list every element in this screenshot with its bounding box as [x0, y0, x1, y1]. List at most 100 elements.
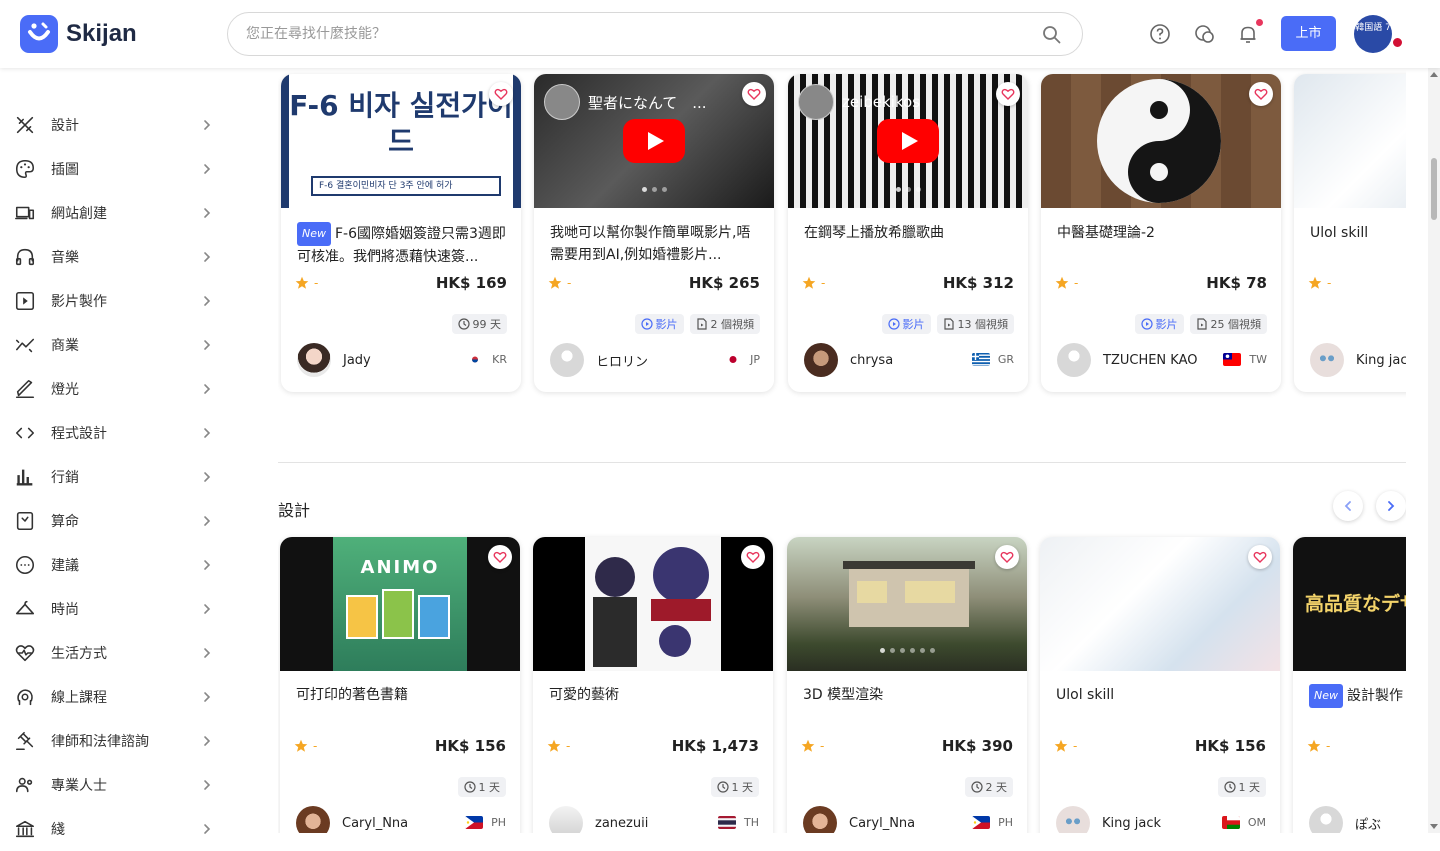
sidebar-item[interactable]: 網站創建 — [0, 191, 240, 235]
sidebar-item[interactable]: 綫 — [0, 807, 240, 851]
search-input[interactable] — [246, 22, 1006, 46]
sidebar-item[interactable]: 程式設計 — [0, 411, 240, 455]
thumbnail-image[interactable]: F-6 비자 실전가이드 F-6 결혼이민비자 단 3주 안에 허가 — [281, 74, 521, 208]
thumbnail-image[interactable]: ANIMO — [280, 537, 520, 671]
seller[interactable]: Caryl_Nna — [296, 806, 408, 833]
chevron-right-icon — [204, 208, 211, 218]
thumbnail-image[interactable] — [1294, 74, 1406, 208]
video-channel: 聖者になんて ... — [544, 84, 707, 120]
card-title[interactable]: Ulol skill — [1310, 222, 1406, 266]
sidebar-item-label: 插圖 — [51, 162, 79, 178]
video-thumbnail[interactable]: zeibekikos — [788, 74, 1028, 208]
service-card[interactable]: 3D 模型渲染 - HK$ 390 2 天 Caryl_Nna PH — [787, 537, 1027, 833]
sidebar-item[interactable]: 專業人士 — [0, 763, 240, 807]
favorite-button[interactable] — [1249, 82, 1273, 106]
card-title[interactable]: 在鋼琴上播放希臘歌曲 — [804, 222, 1014, 266]
seller[interactable]: Jady — [297, 343, 371, 377]
service-card[interactable]: Ulol skill - King jack — [1294, 74, 1406, 392]
seller[interactable]: King jack — [1310, 343, 1406, 377]
service-card[interactable]: 聖者になんて ... 我哋可以幫你製作簡單嘅影片,唔需要用到AI,例如婚禮影片.… — [534, 74, 774, 392]
tag-file: 13 個視頻 — [936, 314, 1014, 334]
star-icon — [295, 276, 309, 289]
card-title-text: 可打印的著色書籍 — [296, 687, 408, 703]
favorite-button[interactable] — [1248, 545, 1272, 569]
page-scrollbar[interactable] — [1428, 68, 1440, 833]
scroll-thumb[interactable] — [1431, 158, 1437, 220]
sidebar-item[interactable]: 燈光 — [0, 367, 240, 411]
card-tags: 2 天 — [964, 777, 1013, 797]
notification-bell-icon[interactable] — [1236, 22, 1260, 46]
seller[interactable]: ぽぶ — [1309, 806, 1381, 833]
seller-country: PH — [465, 816, 506, 829]
sidebar-item[interactable]: 律師和法律諮詢 — [0, 719, 240, 763]
favorite-button[interactable] — [488, 545, 512, 569]
sidebar-item[interactable]: 算命 — [0, 499, 240, 543]
seller[interactable]: Caryl_Nna — [803, 806, 915, 833]
carousel-next-button[interactable] — [1376, 491, 1406, 521]
thumbnail-image[interactable] — [787, 537, 1027, 671]
logo[interactable]: Skijan — [20, 15, 137, 53]
list-service-button[interactable]: 上市 — [1281, 16, 1336, 51]
card-title[interactable]: 中醫基礎理論-2 — [1057, 222, 1267, 266]
seller[interactable]: chrysa — [804, 343, 893, 377]
carousel-prev-button[interactable] — [1333, 491, 1363, 521]
card-title[interactable]: 可打印的著色書籍 — [296, 684, 506, 708]
seller[interactable]: ヒロリン — [550, 343, 648, 377]
card-title[interactable]: New F-6國際婚姻簽證只需3週即可核准。我們將憑藉快速簽... — [297, 222, 507, 266]
seller[interactable]: King jack — [1056, 806, 1161, 833]
user-avatar[interactable]: 韓国語 7 — [1354, 15, 1392, 53]
seller-country: GR — [971, 353, 1014, 366]
sidebar-item-label: 時尚 — [51, 602, 79, 618]
rating-value: - — [1074, 276, 1079, 290]
sidebar-item[interactable]: 設計 — [0, 103, 240, 147]
service-card[interactable]: 可愛的藝術 - HK$ 1,473 1 天 zanezuii TH — [533, 537, 773, 833]
heart-icon — [1253, 551, 1267, 563]
sidebar-item[interactable]: 建議 — [0, 543, 240, 587]
sidebar-item[interactable]: 生活方式 — [0, 631, 240, 675]
card-title[interactable]: Ulol skill — [1056, 684, 1266, 708]
favorite-button[interactable] — [489, 82, 513, 106]
tag-label: 影片 — [1155, 318, 1178, 331]
search-bar — [227, 12, 1083, 56]
thumbnail-image[interactable] — [1041, 74, 1281, 208]
logo-mark-icon — [20, 15, 58, 53]
play-button-icon[interactable] — [623, 119, 685, 163]
seller-name: King jack — [1102, 815, 1162, 831]
favorite-button[interactable] — [741, 545, 765, 569]
search-icon[interactable] — [1042, 25, 1062, 45]
card-title[interactable]: 我哋可以幫你製作簡單嘅影片,唔需要用到AI,例如婚禮影片... — [550, 222, 760, 266]
video-thumbnail[interactable]: 聖者になんて ... — [534, 74, 774, 208]
favorite-button[interactable] — [996, 82, 1020, 106]
sidebar-item[interactable]: 時尚 — [0, 587, 240, 631]
favorite-button[interactable] — [995, 545, 1019, 569]
sidebar-item[interactable]: 影片製作 — [0, 279, 240, 323]
thumbnail-image[interactable]: 高品質なデザ — [1293, 537, 1406, 671]
seller[interactable]: TZUCHEN KAO — [1057, 343, 1197, 377]
sidebar-item[interactable]: 行銷 — [0, 455, 240, 499]
service-card[interactable]: 中醫基礎理論-2 - HK$ 78 影片 25 個視頻 TZUCHEN KAO TW — [1041, 74, 1281, 392]
service-card[interactable]: F-6 비자 실전가이드 F-6 결혼이민비자 단 3주 안에 허가 New F-… — [281, 74, 521, 392]
thumbnail-image[interactable] — [1040, 537, 1280, 671]
service-card[interactable]: zeibekikos 在鋼琴上播放希臘歌曲 - HK$ 312 影片 13 個視頻 chr… — [788, 74, 1028, 392]
messages-icon[interactable] — [1193, 22, 1217, 46]
price: HK$ 1,473 — [671, 737, 759, 755]
service-card[interactable]: 高品質なデザ New設計製作 - ぽぶ — [1293, 537, 1406, 833]
scroll-down-arrow-icon[interactable] — [1430, 824, 1438, 829]
service-card[interactable]: Ulol skill - HK$ 156 1 天 King jack OM — [1040, 537, 1280, 833]
favorite-button[interactable] — [742, 82, 766, 106]
notification-badge — [1256, 19, 1263, 26]
thumbnail-image[interactable] — [533, 537, 773, 671]
help-icon[interactable] — [1148, 22, 1172, 46]
sidebar-item[interactable]: 線上課程 — [0, 675, 240, 719]
card-title[interactable]: 3D 模型渲染 — [803, 684, 1013, 708]
sidebar-item[interactable]: 插圖 — [0, 147, 240, 191]
card-title[interactable]: New 設計製作 — [1309, 684, 1406, 708]
sidebar-item[interactable]: 音樂 — [0, 235, 240, 279]
service-card[interactable]: ANIMO 可打印的著色書籍 - HK$ 156 1 天 Caryl_Nna PH — [280, 537, 520, 833]
sidebar-item[interactable]: 商業 — [0, 323, 240, 367]
card-title[interactable]: 可愛的藝術 — [549, 684, 759, 708]
scroll-up-arrow-icon[interactable] — [1430, 72, 1438, 77]
chevron-right-icon — [204, 120, 211, 130]
seller[interactable]: zanezuii — [549, 806, 648, 833]
play-button-icon[interactable] — [877, 119, 939, 163]
